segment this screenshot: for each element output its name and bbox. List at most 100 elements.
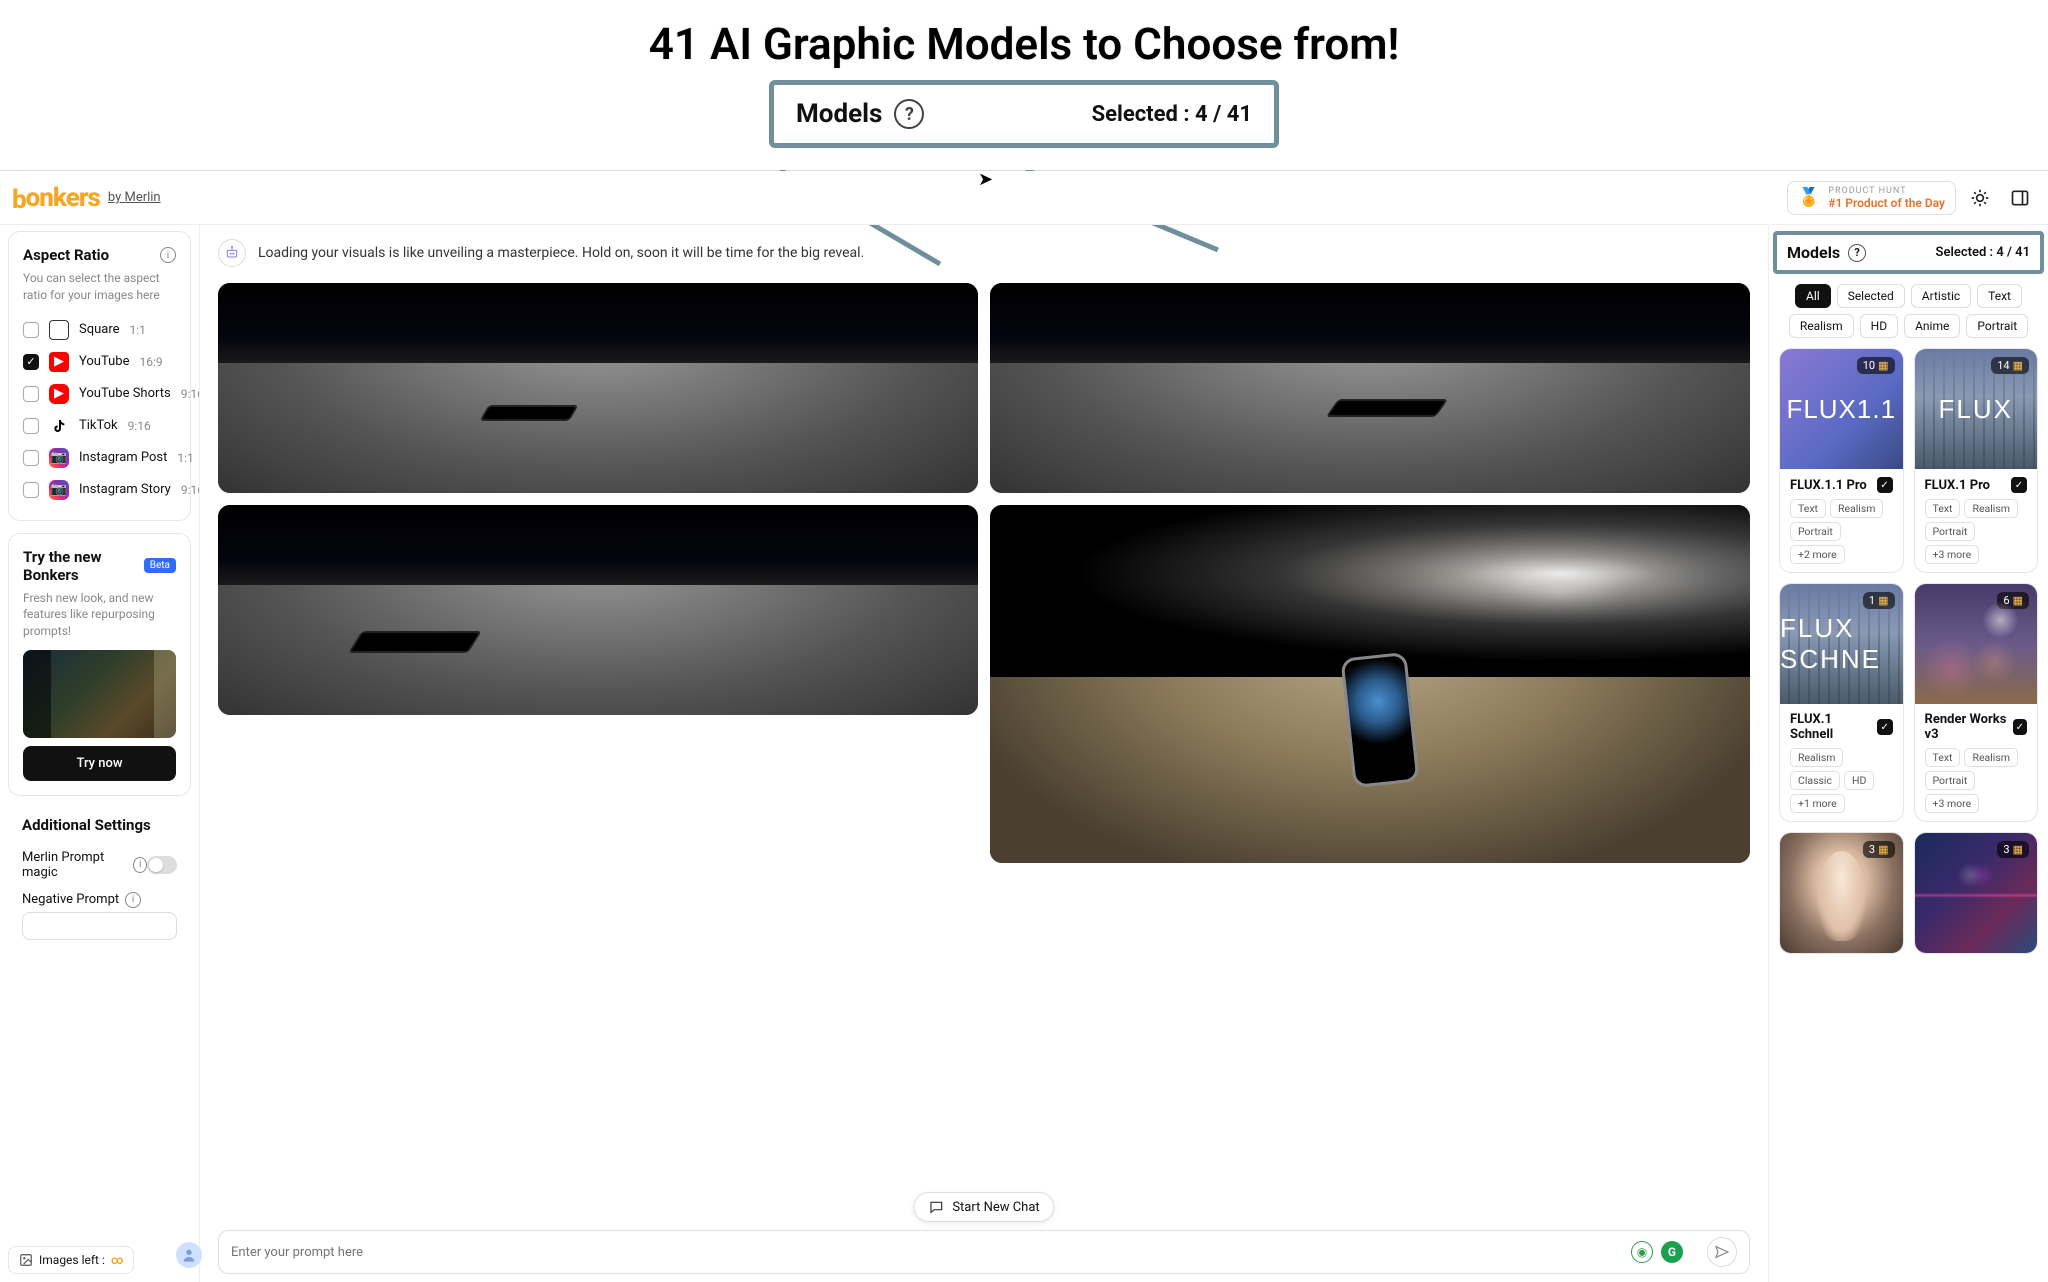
model-tag: Text [1790,499,1826,518]
model-thumbnail: 6▦ [1915,584,2038,704]
models-header: Models ? Selected : 4 / 41 [1773,231,2044,274]
result-image[interactable] [218,505,978,715]
model-thumbnail: 3▦ [1915,833,2038,953]
aspect-ratio-option[interactable]: ▶YouTube16:9 [23,346,176,378]
model-card[interactable]: 6▦Render Works v3✓TextRealismPortrait+3 … [1914,583,2039,822]
model-card[interactable]: 1▦FLUX SCHNEFLUX.1 Schnell✓RealismClassi… [1779,583,1904,822]
aspect-ratio-name: YouTube [79,354,130,369]
checkbox[interactable] [23,386,39,402]
model-card[interactable]: 10▦FLUX1.1FLUX.1.1 Pro✓TextRealismPortra… [1779,348,1904,573]
user-avatar[interactable] [176,1242,200,1268]
app-logo[interactable]: bonkers [12,183,100,213]
filter-chip[interactable]: Text [1977,284,2022,308]
try-title: Try the new Bonkers [23,548,138,584]
checkbox[interactable] [23,482,39,498]
checkbox[interactable] [23,418,39,434]
by-merlin-link[interactable]: by Merlin [108,190,161,205]
images-left-label: Images left : [39,1253,105,1267]
sun-icon [1970,188,1990,208]
help-icon: ? [894,99,924,129]
model-tag: +3 more [1925,545,1980,564]
start-new-chat-label: Start New Chat [952,1200,1039,1215]
model-cost-badge: 14▦ [1991,357,2029,374]
filter-chip[interactable]: Anime [1904,314,1960,338]
model-tag: +3 more [1925,794,1980,813]
platform-icon: ▶ [49,352,69,372]
result-image[interactable] [990,283,1750,493]
info-icon[interactable]: i [160,247,176,263]
aspect-ratio-option[interactable]: TikTok9:16 [23,410,176,442]
top-bar: bonkers by Merlin 🏅 PRODUCT HUNT #1 Prod… [0,171,2048,225]
filter-chip[interactable]: Realism [1789,314,1854,338]
models-panel: Models ? Selected : 4 / 41 AllSelectedAr… [1768,171,2048,1282]
aspect-ratio-option[interactable]: Square1:1 [23,314,176,346]
hero-models-card: Models ? Selected : 4 / 41 [769,80,1279,148]
negative-prompt-label: Negative Prompt [22,892,119,907]
aspect-ratio-name: Square [79,322,120,337]
prompt-magic-toggle[interactable] [147,856,177,874]
aspect-ratio-option[interactable]: ▶YouTube Shorts9:16 [23,378,176,410]
filter-chip[interactable]: Selected [1837,284,1905,308]
checkbox[interactable] [23,450,39,466]
checkbox[interactable] [23,354,39,370]
model-selected-checkbox[interactable]: ✓ [1877,477,1893,493]
ph-tag: PRODUCT HUNT [1828,186,1945,196]
beta-badge: Beta [144,558,176,573]
help-icon[interactable]: ? [1848,244,1866,262]
product-hunt-badge[interactable]: 🏅 PRODUCT HUNT #1 Product of the Day [1787,181,1956,215]
checkbox[interactable] [23,322,39,338]
send-button[interactable] [1707,1237,1737,1267]
model-filters: AllSelectedArtisticText RealismHDAnimePor… [1769,274,2048,348]
info-icon[interactable]: i [125,892,141,908]
try-now-button[interactable]: Try now [23,746,176,781]
filter-chip[interactable]: All [1795,284,1831,308]
loading-text: Loading your visuals is like unveiling a… [258,245,864,261]
model-card[interactable]: 14▦FLUXFLUX.1 Pro✓TextRealismPortrait+3 … [1914,348,2039,573]
model-selected-checkbox[interactable]: ✓ [2011,477,2027,493]
aspect-ratio-value: 9:16 [181,483,200,497]
loading-message-row: Loading your visuals is like unveiling a… [200,231,1768,275]
send-icon [1714,1244,1730,1260]
model-tag: Classic [1790,771,1840,790]
model-selected-checkbox[interactable]: ✓ [1877,719,1893,735]
result-image[interactable] [990,505,1750,863]
model-tag: Realism [1790,748,1843,767]
grammarly-icon[interactable]: G [1661,1241,1683,1263]
theme-toggle-button[interactable] [1964,182,1996,214]
coin-icon: ▦ [2013,594,2023,607]
start-new-chat-button[interactable]: Start New Chat [913,1192,1054,1222]
filter-chip[interactable]: HD [1860,314,1898,338]
user-icon [181,1247,197,1263]
model-tag: Realism [1964,499,2017,518]
aspect-ratio-sub: You can select the aspect ratio for your… [23,270,176,304]
result-image[interactable] [218,283,978,493]
model-name: Render Works v3 [1925,712,2013,742]
main-content: Loading your visuals is like unveiling a… [200,171,1768,1282]
model-overlay-text: FLUX SCHNE [1780,613,1903,675]
model-tag: Realism [1830,499,1883,518]
try-preview-image [23,650,176,738]
images-left-badge: Images left : ∞ [8,1246,134,1274]
aspect-ratio-option[interactable]: 📷Instagram Post1:1 [23,442,176,474]
grammarly-outline-icon[interactable]: ◉ [1631,1241,1653,1263]
panel-right-icon [2010,188,2030,208]
model-tag: Portrait [1790,522,1841,541]
prompt-input[interactable] [231,1245,1623,1260]
model-selected-checkbox[interactable]: ✓ [2013,719,2027,735]
hero-selected-count: Selected : 4 / 41 [1092,102,1252,127]
coin-icon: ▦ [1878,359,1888,372]
model-thumbnail: 14▦FLUX [1915,349,2038,469]
model-card[interactable]: 3▦ [1914,832,2039,954]
aspect-ratio-option[interactable]: 📷Instagram Story9:16 [23,474,176,506]
filter-chip[interactable]: Portrait [1966,314,2028,338]
hero-models-label: Models [796,99,882,129]
model-card[interactable]: 3▦ [1779,832,1904,954]
ph-line: #1 Product of the Day [1828,196,1945,210]
model-cost-badge: 10▦ [1857,357,1895,374]
negative-prompt-input[interactable] [22,912,177,940]
aspect-ratio-value: 1:1 [177,451,193,465]
panel-toggle-button[interactable] [2004,182,2036,214]
model-cost-badge: 1▦ [1863,592,1895,609]
info-icon[interactable]: i [133,857,147,873]
filter-chip[interactable]: Artistic [1911,284,1971,308]
